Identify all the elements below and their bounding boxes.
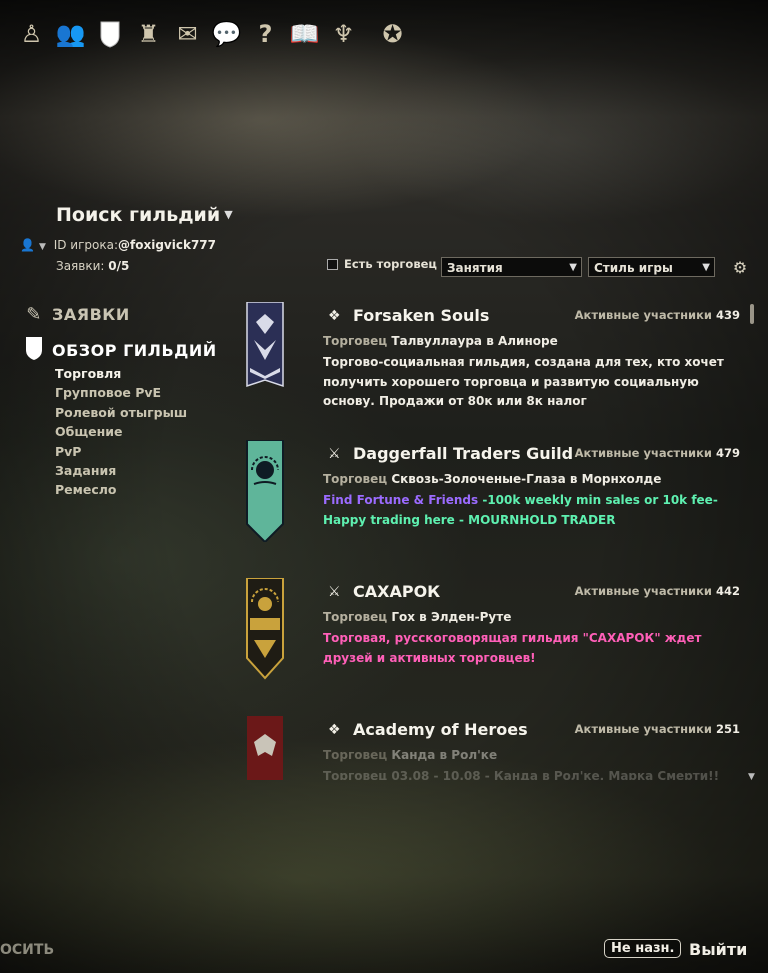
- keybind-hint: Не назн.: [604, 939, 682, 958]
- alliance-icon: ❖: [328, 722, 341, 738]
- nav-guild-overview[interactable]: ОБЗОР ГИЛЬДИЙ: [22, 335, 217, 366]
- journal-icon[interactable]: 📖: [285, 14, 324, 54]
- group-icon[interactable]: 👥: [51, 14, 90, 54]
- active-members: Активные участники 479: [575, 446, 740, 460]
- guild-description: Торговая, русскоговорящая гильдия "САХАР…: [323, 631, 702, 665]
- help-icon[interactable]: ?: [246, 14, 285, 54]
- members-count: 251: [715, 722, 740, 736]
- members-count: 479: [715, 446, 740, 460]
- guild-list-item[interactable]: ⚔ Daggerfall Traders Guild Активные учас…: [246, 436, 746, 566]
- scroll-down-icon[interactable]: ▼: [748, 772, 755, 782]
- guild-trader: Торговец Канда в Рол'ке: [323, 748, 497, 762]
- category-item-crafting[interactable]: Ремесло: [55, 480, 187, 499]
- playstyle-dropdown[interactable]: Стиль игры ▼: [588, 257, 715, 277]
- members-count: 439: [715, 308, 740, 322]
- mail-icon[interactable]: ✉: [168, 14, 207, 54]
- guild-shield-icon: [22, 335, 46, 366]
- trader-value: Канда в Рол'ке: [391, 748, 498, 762]
- trader-value: Талвуллаура в Алиноре: [391, 334, 558, 348]
- page-title-text: Поиск гильдий: [56, 204, 221, 226]
- page-title[interactable]: Поиск гильдий ▼: [56, 204, 233, 226]
- filter-bar: Есть торговец: [327, 257, 445, 271]
- applications-count: Заявки: 0/5: [56, 259, 129, 273]
- guild-name[interactable]: САХАРОК: [353, 582, 440, 601]
- exit-button[interactable]: Выйти: [689, 940, 747, 959]
- activities-dropdown[interactable]: Занятия ▼: [441, 257, 582, 277]
- filter-settings-button[interactable]: ⚙: [730, 256, 750, 278]
- guild-heraldry-banner: [247, 716, 283, 780]
- nav-guild-overview-label: ОБЗОР ГИЛЬДИЙ: [52, 341, 217, 360]
- nav-applications[interactable]: ✎ ЗАЯВКИ: [22, 304, 130, 325]
- guild-description: Find Fortune & Friends -100k weekly min …: [323, 491, 733, 530]
- quill-icon: ✎: [26, 304, 42, 325]
- gear-icon: ⚙: [732, 257, 748, 277]
- guild-list[interactable]: ❖ Forsaken Souls Активные участники 439 …: [246, 298, 746, 780]
- has-trader-checkbox[interactable]: [327, 258, 338, 270]
- active-members: Активные участники 251: [575, 722, 740, 736]
- skills-icon[interactable]: ♆: [324, 14, 363, 54]
- active-members: Активные участники 439: [575, 308, 740, 322]
- main-menu-bar: ♙ 👥 ♜ ✉ 💬 ? 📖 ♆ ✪: [12, 14, 412, 54]
- footer-left-action[interactable]: ОСИТЬ: [0, 942, 54, 958]
- player-id-value: @foxigvick777: [118, 238, 217, 252]
- guild-heraldry-banner: [246, 302, 284, 388]
- members-label: Активные участники: [574, 446, 712, 460]
- online-status-icon[interactable]: 👤: [20, 238, 35, 252]
- guild-list-item[interactable]: ⚔ САХАРОК Активные участники 442 Торгове…: [246, 574, 746, 704]
- guild-name[interactable]: Daggerfall Traders Guild: [353, 444, 573, 463]
- dagger-icon: ⚔: [328, 446, 341, 462]
- champion-icon[interactable]: ✪: [373, 14, 412, 54]
- members-label: Активные участники: [574, 722, 712, 736]
- members-label: Активные участники: [574, 584, 712, 598]
- category-item-roleplay[interactable]: Ролевой отыгрыш: [55, 403, 187, 422]
- active-members: Активные участники 442: [575, 584, 740, 598]
- playstyle-dropdown-value: Стиль игры: [594, 261, 673, 275]
- trader-label: Торговец: [323, 610, 388, 624]
- guild-trader: Торговец Гох в Элден-Руте: [323, 610, 511, 624]
- alliance-icon: ❖: [328, 308, 341, 324]
- chevron-down-icon: ▼: [569, 262, 577, 273]
- activities-dropdown-value: Занятия: [447, 261, 503, 275]
- scrollbar-thumb[interactable]: [750, 304, 754, 324]
- category-list: Торговля Групповое PvE Ролевой отыгрыш О…: [55, 364, 187, 500]
- members-count: 442: [715, 584, 740, 598]
- guild-list-item[interactable]: ❖ Forsaken Souls Активные участники 439 …: [246, 298, 746, 428]
- guild-list-scrollbar[interactable]: ▼: [748, 302, 756, 782]
- category-item-social[interactable]: Общение: [55, 422, 187, 441]
- status-dropdown-icon[interactable]: ▼: [39, 242, 46, 252]
- guild-name[interactable]: Academy of Heroes: [353, 720, 528, 739]
- player-id-label: ID игрока:: [53, 238, 119, 252]
- character-icon[interactable]: ♙: [12, 14, 51, 54]
- trader-label: Торговец: [323, 472, 388, 486]
- chevron-down-icon[interactable]: ▼: [224, 208, 232, 221]
- guild-description-highlight: Find Fortune & Friends: [323, 493, 479, 507]
- category-item-pvp[interactable]: PvP: [55, 442, 187, 461]
- guild-shield-icon[interactable]: [90, 14, 129, 54]
- dagger-icon: ⚔: [328, 584, 341, 600]
- guild-heraldry-banner: [246, 440, 284, 542]
- guild-description: Торговец 03.08 - 10.08 - Канда в Рол'ке,…: [323, 769, 720, 780]
- category-item-quests[interactable]: Задания: [55, 461, 187, 480]
- guild-list-item[interactable]: ❖ Academy of Heroes Активные участники 2…: [246, 712, 746, 780]
- guild-heraldry-banner: [246, 578, 284, 680]
- guild-trader: Торговец Сквозь-Золоченые-Глаза в Морнхо…: [323, 472, 661, 486]
- player-id-row: 👤 ▼ ID игрока:@foxigvick777: [20, 238, 216, 252]
- alliance-tower-icon[interactable]: ♜: [129, 14, 168, 54]
- members-label: Активные участники: [574, 308, 712, 322]
- has-trader-label: Есть торговец: [344, 257, 437, 271]
- nav-applications-label: ЗАЯВКИ: [52, 305, 130, 324]
- trader-value: Гох в Элден-Руте: [391, 610, 512, 624]
- trader-label: Торговец: [323, 748, 388, 762]
- guild-trader: Торговец Талвуллаура в Алиноре: [323, 334, 558, 348]
- trader-value: Сквозь-Золоченые-Глаза в Морнхолде: [391, 472, 662, 486]
- trader-label: Торговец: [323, 334, 388, 348]
- applications-label: Заявки:: [56, 259, 105, 273]
- guild-description: Торгово-социальная гильдия, создана для …: [323, 355, 724, 408]
- category-item-group-pve[interactable]: Групповое PvE: [55, 383, 187, 402]
- guild-name[interactable]: Forsaken Souls: [353, 306, 489, 325]
- chat-icon[interactable]: 💬: [207, 14, 246, 54]
- chevron-down-icon: ▼: [702, 262, 710, 273]
- applications-value: 0/5: [108, 259, 130, 273]
- category-item-trading[interactable]: Торговля: [55, 364, 187, 383]
